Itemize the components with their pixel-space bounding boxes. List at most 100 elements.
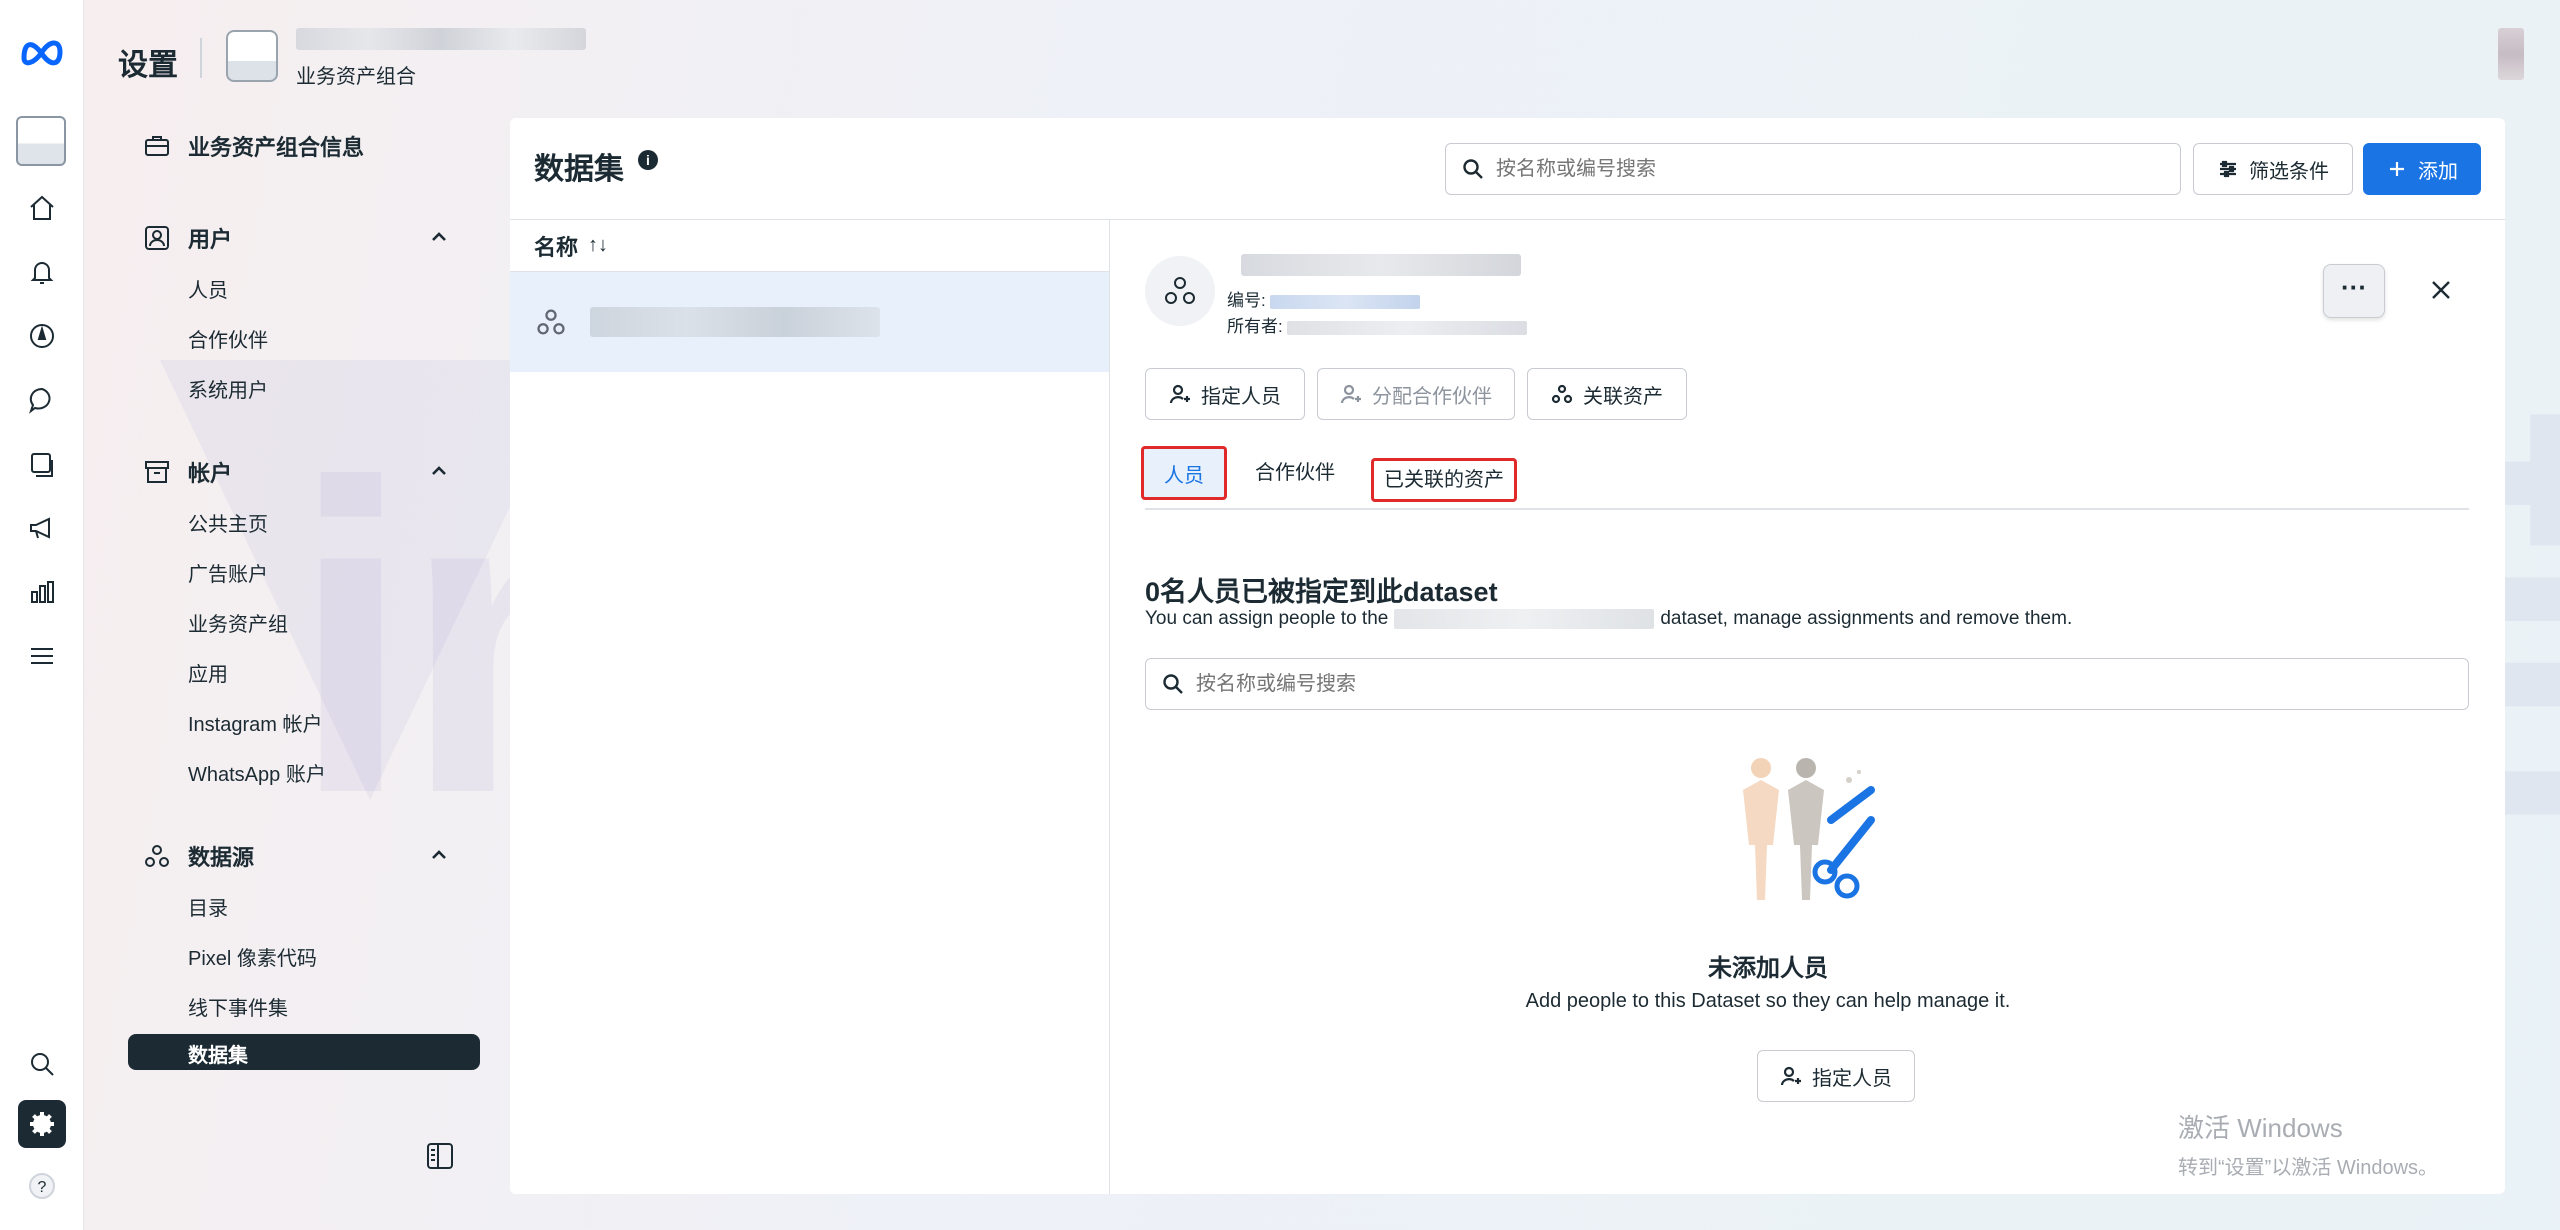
- chevron-up-icon[interactable]: [428, 844, 450, 866]
- portfolio-avatar[interactable]: [226, 30, 278, 82]
- sliders-icon: [2220, 160, 2236, 178]
- close-icon[interactable]: [2427, 276, 2455, 304]
- user-avatar-redacted[interactable]: [2498, 28, 2524, 80]
- page-title: 设置: [118, 49, 178, 82]
- settings-nav: 业务资产组合信息 用户 人员 合作伙伴 系统用户 帐户 公共主页 广告账户 业务…: [128, 118, 480, 1070]
- dataset-owner-value-redacted: [1287, 320, 1528, 335]
- top-header: 设置 业务资产组合: [84, 0, 2560, 110]
- settings-gear-icon[interactable]: [18, 1100, 66, 1148]
- collapse-sidebar-icon[interactable]: [424, 1140, 456, 1172]
- portfolio-thumb-icon[interactable]: [16, 116, 66, 166]
- nav-item-ad-accounts[interactable]: 广告账户: [128, 550, 480, 600]
- compass-icon[interactable]: [18, 312, 66, 360]
- dataset-id-value-redacted[interactable]: [1270, 294, 1421, 309]
- tab-people[interactable]: 人员: [1141, 446, 1227, 500]
- portfolio-subtitle: 业务资产组合: [296, 66, 416, 88]
- nav-portfolio-info-label: 业务资产组合信息: [188, 135, 365, 160]
- assign-partner-label: 分配合作伙伴: [1372, 385, 1492, 408]
- megaphone-icon[interactable]: [18, 504, 66, 552]
- empty-assign-people-button[interactable]: 指定人员: [1757, 1050, 1915, 1102]
- search-icon[interactable]: [18, 1040, 66, 1088]
- dataset-owner-label: 所有者:: [1227, 317, 1283, 336]
- chevron-up-icon[interactable]: [428, 226, 450, 248]
- dataset-search[interactable]: [1445, 143, 2181, 195]
- nav-item-system-users[interactable]: 系统用户: [128, 366, 480, 416]
- link-assets-icon: [1551, 384, 1573, 404]
- dataset-row[interactable]: [510, 272, 1109, 372]
- dataset-name-redacted: [590, 307, 880, 337]
- user-badge-icon: [142, 223, 172, 253]
- card-header: 数据集 i 筛选条件 添加: [510, 118, 2505, 220]
- empty-state-description: Add people to this Dataset so they can h…: [1525, 990, 2011, 1012]
- tab-partners[interactable]: 合作伙伴: [1235, 446, 1355, 500]
- portfolio-name-redacted: [296, 28, 586, 50]
- assign-people-button[interactable]: 指定人员: [1145, 368, 1305, 420]
- bar-chart-icon[interactable]: [18, 568, 66, 616]
- dataset-name-redacted: [1394, 608, 1655, 629]
- archive-box-icon: [142, 457, 172, 487]
- add-button[interactable]: 添加: [2363, 143, 2481, 195]
- nav-item-asset-groups[interactable]: 业务资产组: [128, 600, 480, 650]
- dataset-detail: 编号: 所有者: ··· 指定人员 分配合作伙伴 关联资产 人员 合作伙伴 已关…: [1111, 220, 2505, 1194]
- people-search-input[interactable]: [1196, 672, 2468, 696]
- nav-item-people[interactable]: 人员: [128, 266, 480, 316]
- meta-logo-icon[interactable]: [18, 28, 66, 76]
- sort-icon[interactable]: ↑↓: [588, 234, 608, 257]
- briefcase-icon: [142, 131, 172, 161]
- menu-icon[interactable]: [18, 632, 66, 680]
- detail-tabs: 人员 合作伙伴 已关联的资产: [1141, 446, 2469, 510]
- filter-button-label: 筛选条件: [2249, 160, 2329, 183]
- add-person-icon: [1780, 1066, 1801, 1086]
- tab-linked-assets[interactable]: 已关联的资产: [1371, 458, 1517, 502]
- dataset-icon: [1165, 277, 1195, 304]
- search-icon: [1163, 674, 1183, 694]
- nav-group-data-sources-label: 数据源: [188, 845, 255, 870]
- nav-group-accounts[interactable]: 帐户: [128, 444, 480, 500]
- stack-icon[interactable]: [18, 440, 66, 488]
- datasets-title: 数据集: [534, 153, 624, 186]
- add-person-icon: [1340, 384, 1361, 404]
- home-icon[interactable]: [18, 184, 66, 232]
- header-divider: [200, 38, 202, 78]
- add-person-icon: [1169, 384, 1190, 404]
- dataset-list: 名称 ↑↓: [510, 220, 1110, 1194]
- dataset-id-label: 编号:: [1227, 291, 1266, 310]
- dataset-icon: [537, 309, 565, 335]
- help-icon[interactable]: ?: [18, 1162, 66, 1210]
- chat-icon[interactable]: [18, 376, 66, 424]
- list-header[interactable]: 名称 ↑↓: [510, 220, 1109, 272]
- dataset-owner: 所有者:: [1227, 312, 1528, 337]
- nav-item-partners[interactable]: 合作伙伴: [128, 316, 480, 366]
- add-button-label: 添加: [2418, 160, 2458, 183]
- data-source-icon: [142, 841, 172, 871]
- list-header-name: 名称: [534, 234, 579, 260]
- nav-item-whatsapp[interactable]: WhatsApp 账户: [128, 750, 480, 800]
- icon-rail: ?: [0, 0, 84, 1230]
- nav-item-pages[interactable]: 公共主页: [128, 500, 480, 550]
- search-icon: [1463, 159, 1483, 179]
- nav-group-accounts-label: 帐户: [188, 461, 233, 486]
- nav-item-catalogs[interactable]: 目录: [128, 884, 480, 934]
- empty-assign-people-label: 指定人员: [1812, 1067, 1892, 1090]
- nav-item-datasets[interactable]: 数据集: [128, 1034, 480, 1070]
- nav-item-instagram[interactable]: Instagram 帐户: [128, 700, 480, 750]
- more-options-button[interactable]: ···: [2323, 264, 2385, 318]
- dataset-search-input[interactable]: [1496, 157, 2180, 181]
- bell-icon[interactable]: [18, 248, 66, 296]
- filter-button[interactable]: 筛选条件: [2193, 143, 2353, 195]
- nav-item-offline-events[interactable]: 线下事件集: [128, 984, 480, 1034]
- nav-portfolio-info[interactable]: 业务资产组合信息: [128, 118, 480, 174]
- plus-icon: [2390, 162, 2404, 176]
- info-icon[interactable]: i: [638, 150, 658, 170]
- linked-assets-button[interactable]: 关联资产: [1527, 368, 1687, 420]
- assign-partner-button[interactable]: 分配合作伙伴: [1317, 368, 1515, 420]
- assign-people-label: 指定人员: [1201, 385, 1281, 408]
- people-search[interactable]: [1145, 658, 2469, 710]
- nav-group-data-sources[interactable]: 数据源: [128, 828, 480, 884]
- nav-item-apps[interactable]: 应用: [128, 650, 480, 700]
- datasets-card: 数据集 i 筛选条件 添加 名称 ↑↓ 编号:: [510, 118, 2505, 1194]
- chevron-up-icon[interactable]: [428, 460, 450, 482]
- empty-people-illustration-icon: [1743, 758, 1875, 900]
- nav-item-pixels[interactable]: Pixel 像素代码: [128, 934, 480, 984]
- nav-group-users[interactable]: 用户: [128, 210, 480, 266]
